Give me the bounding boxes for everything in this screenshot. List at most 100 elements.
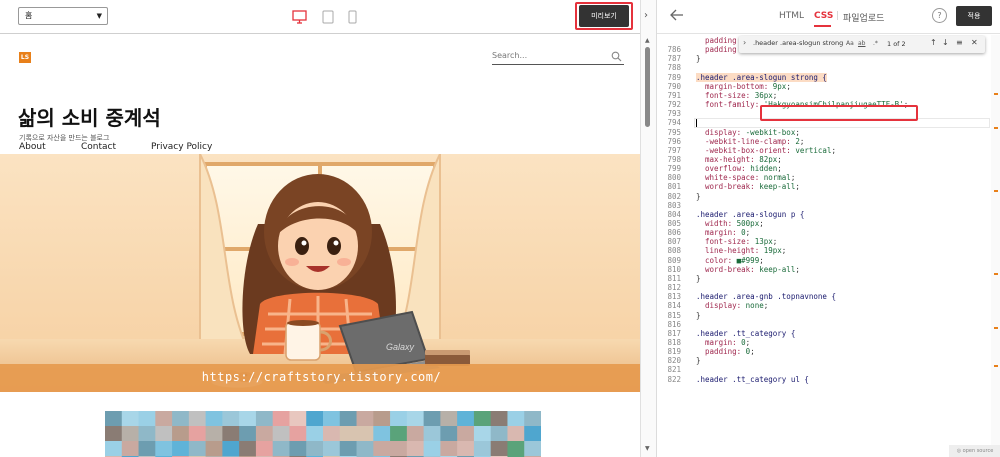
code-text: } [696, 192, 701, 201]
chevron-right-icon[interactable]: › [644, 10, 648, 21]
code-token: ; [790, 173, 796, 183]
chevron-right-icon[interactable]: › [743, 38, 746, 47]
code-line[interactable]: 807 font-size: 13px; [657, 237, 991, 246]
code-line[interactable]: 814 display: none; [657, 301, 991, 310]
blog-title[interactable]: 삶의 소비 중계석 [18, 102, 161, 131]
code-line[interactable]: 795 display: -webkit-box; [657, 128, 991, 137]
regex-toggle[interactable]: .* [873, 40, 878, 47]
code-line[interactable]: 813 .header .area-gnb .topnavnone { [657, 292, 991, 301]
code-token: -webkit-box-orient: [696, 145, 796, 155]
editor-pane: HTML CSS | 파일업로드 ? 적용 padding 786 padding… [656, 0, 1000, 457]
css-code-editor[interactable]: padding 786 padding 787} 788 789 .header .are… [657, 35, 1000, 457]
mosaic-cell [356, 411, 374, 427]
code-text: padding: 0; [696, 347, 755, 356]
preview-scrollbar[interactable]: ▲ ▼ [641, 35, 655, 457]
code-token: none [745, 301, 764, 311]
mosaic-cell [339, 426, 358, 442]
code-line[interactable]: 803 [657, 201, 991, 210]
code-line[interactable]: 796 -webkit-line-clamp: 2; [657, 137, 991, 146]
code-text: .header .area-gnb .topnavnone { [696, 292, 836, 301]
scroll-marker [994, 190, 998, 192]
close-icon[interactable]: ✕ [971, 38, 978, 47]
desktop-view-icon[interactable] [292, 9, 307, 28]
open-source-badge[interactable]: ◎ open source [949, 445, 1000, 457]
code-token: ; [772, 237, 778, 247]
code-line[interactable]: 810 word-break: keep-all; [657, 265, 991, 274]
code-text: word-break: keep-all; [696, 265, 800, 274]
whole-word-toggle[interactable]: ab [858, 40, 866, 47]
code-token: ; [777, 164, 782, 174]
code-line[interactable]: 815} [657, 311, 991, 320]
code-line[interactable]: 817 .header .tt_category { [657, 329, 991, 338]
code-line[interactable]: 797 -webkit-box-orient: vertical; [657, 146, 991, 155]
code-line[interactable]: 818 margin: 0; [657, 338, 991, 347]
line-number: 787 [667, 54, 681, 64]
code-line[interactable]: 811} [657, 274, 991, 283]
tab-html[interactable]: HTML [779, 11, 804, 21]
arrow-down-icon[interactable]: ↓ [942, 38, 949, 47]
code-line[interactable]: 819 padding: 0; [657, 347, 991, 356]
find-input[interactable]: .header .area-slogun strong { [753, 39, 845, 47]
code-token: 500px [736, 219, 760, 228]
nav-about[interactable]: About [19, 142, 46, 152]
find-in-selection-icon[interactable]: ≡ [956, 38, 963, 47]
code-token: 82px [759, 154, 778, 164]
scrollbar-thumb[interactable] [645, 47, 650, 127]
apply-button[interactable]: 적용 [956, 6, 992, 26]
code-token: 'HakgyoansimChilpanjiugaeTTF-B' [763, 100, 904, 110]
preview-button[interactable]: 미리보기 [579, 5, 629, 27]
tab-css[interactable]: CSS [814, 11, 833, 21]
code-line[interactable]: 789 .header .area-slogun strong { [657, 72, 991, 82]
code-line[interactable]: 812 [657, 283, 991, 292]
search-input[interactable] [492, 48, 602, 62]
code-line[interactable]: 805 width: 500px; [657, 219, 991, 228]
help-icon[interactable]: ? [932, 8, 947, 23]
code-line[interactable]: 816 [657, 320, 991, 329]
search-icon[interactable] [611, 47, 622, 66]
code-line[interactable]: 792 font-family: 'HakgyoansimChilpanjiug… [657, 100, 991, 109]
tablet-view-icon[interactable] [322, 9, 334, 28]
code-line[interactable]: 808 line-height: 19px; [657, 246, 991, 255]
code-text: white-space: normal; [696, 173, 795, 182]
back-arrow-icon[interactable] [669, 6, 685, 28]
code-line[interactable]: 804 .header .area-slogun p { [657, 210, 991, 219]
code-scrollbar[interactable] [991, 35, 1000, 457]
code-line[interactable]: 822 .header .tt_category ul { [657, 375, 991, 384]
code-line[interactable]: 798 max-height: 82px; [657, 155, 991, 164]
code-line[interactable]: 802} [657, 192, 991, 201]
mosaic-cell [524, 411, 541, 427]
laptop-brand-text: Galaxy [386, 342, 415, 352]
tab-file-upload[interactable]: 파일업로드 [843, 11, 884, 24]
code-token: ; [786, 81, 791, 91]
match-case-toggle[interactable]: Aa [846, 40, 854, 47]
nav-contact[interactable]: Contact [81, 142, 116, 152]
code-line[interactable]: 821 [657, 365, 991, 374]
scroll-up-icon[interactable]: ▲ [645, 37, 650, 44]
mosaic-cell [188, 441, 207, 457]
code-line[interactable]: 806 margin: 0; [657, 228, 991, 237]
code-line[interactable]: 790 margin-bottom: 9px; [657, 82, 991, 91]
code-text: font-size: 36px; [696, 91, 777, 100]
scroll-down-icon[interactable]: ▼ [645, 445, 650, 452]
code-line[interactable]: 809 color: ■#999; [657, 256, 991, 265]
code-line[interactable]: 787} [657, 54, 991, 63]
arrow-up-icon[interactable]: ↑ [930, 38, 937, 47]
blog-logo[interactable]: LS [19, 52, 31, 63]
code-line[interactable]: 788 [657, 63, 991, 72]
line-number: 788 [667, 63, 681, 73]
mosaic-cell [457, 426, 475, 442]
code-line[interactable]: 801 word-break: keep-all; [657, 182, 991, 191]
code-line[interactable]: 799 overflow: hidden; [657, 164, 991, 173]
code-line[interactable]: 820} [657, 356, 991, 365]
code-token: padding [696, 36, 737, 45]
page-select[interactable]: 홈 ▼ [18, 7, 108, 25]
mobile-view-icon[interactable] [348, 9, 357, 28]
line-number: 802 [667, 191, 681, 201]
code-text: } [696, 54, 701, 63]
code-line[interactable]: 800 white-space: normal; [657, 173, 991, 182]
nav-privacy-policy[interactable]: Privacy Policy [151, 142, 212, 152]
mosaic-cell [390, 411, 408, 427]
code-line[interactable]: 791 font-size: 36px; [657, 91, 991, 100]
line-number: 807 [667, 237, 681, 247]
code-line[interactable]: 793 [657, 109, 991, 118]
